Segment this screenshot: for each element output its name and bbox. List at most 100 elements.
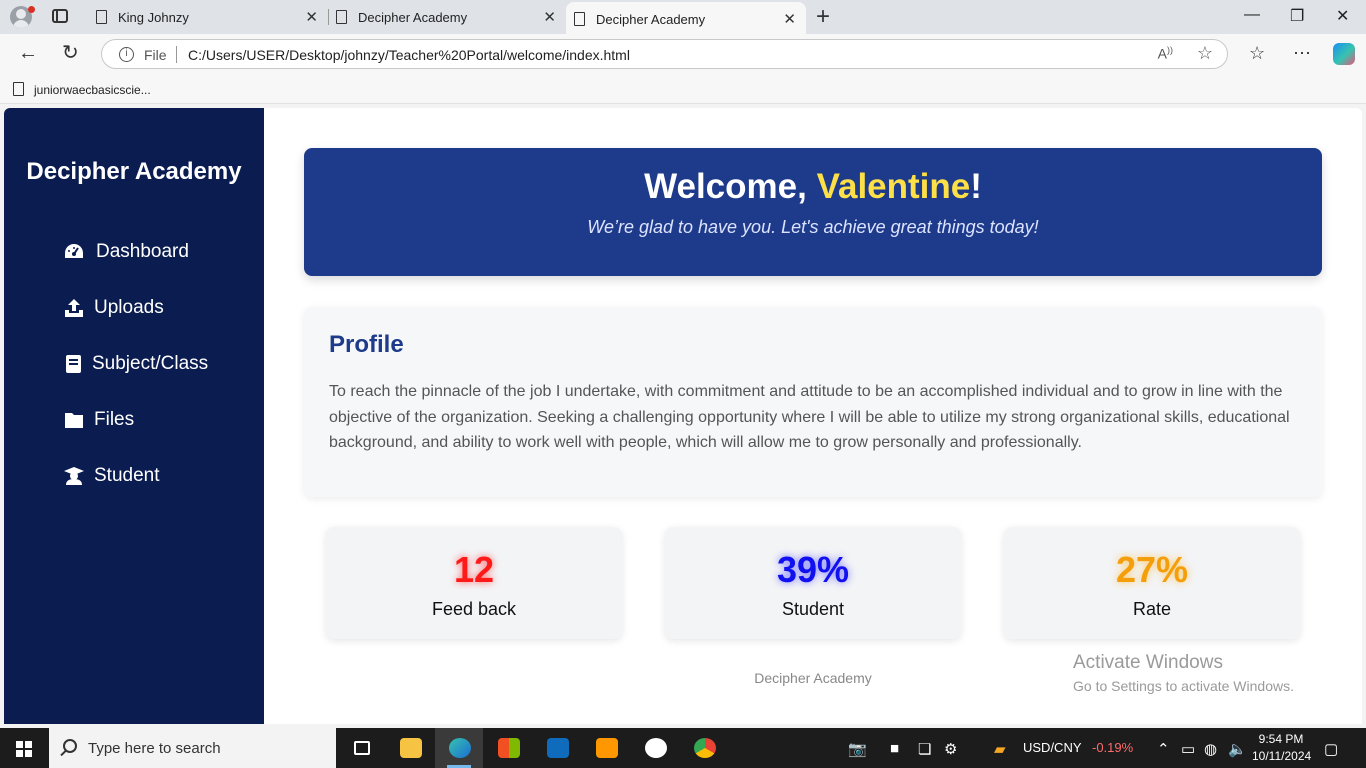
bookmark-link[interactable]: juniorwaecbasicscie... <box>34 83 151 97</box>
profile-text: To reach the pinnacle of the job I under… <box>329 383 1290 451</box>
address-bar[interactable]: i File C:/Users/USER/Desktop/johnzy/Teac… <box>101 39 1228 69</box>
upload-icon <box>65 299 83 317</box>
sidebar-item-dashboard[interactable]: Dashboard <box>64 236 244 266</box>
task-view-icon[interactable] <box>338 728 386 768</box>
sublime-text-icon[interactable] <box>582 728 630 768</box>
main-content: Welcome, Valentine! We’re glad to have y… <box>264 108 1362 724</box>
sidebar-item-uploads[interactable]: Uploads <box>64 292 244 322</box>
page-icon <box>13 82 24 96</box>
windows-icon[interactable]: ❏ <box>918 740 931 758</box>
page-viewport: Decipher Academy Dashboard Uploads Subje… <box>4 108 1362 724</box>
favorites-icon[interactable]: ☆ <box>1249 43 1265 64</box>
sidebar-item-files[interactable]: Files <box>64 404 244 434</box>
camera-icon[interactable]: 📷 <box>848 740 867 758</box>
activate-windows-watermark: Activate Windows Go to Settings to activ… <box>1073 652 1294 694</box>
info-icon[interactable]: i <box>119 47 134 62</box>
reload-icon[interactable]: ↻ <box>62 42 79 64</box>
windows-start-icon[interactable] <box>16 741 32 757</box>
video-icon[interactable]: ■ <box>890 740 899 757</box>
sidebar-brand: Decipher Academy <box>26 158 242 185</box>
clock-time[interactable]: 9:54 PM <box>1256 732 1306 746</box>
new-tab-icon[interactable]: + <box>816 3 830 31</box>
tab-title: King Johnzy <box>118 10 189 25</box>
close-window-icon[interactable]: ✕ <box>1336 6 1349 26</box>
sidebar-item-label: Subject/Class <box>92 353 209 374</box>
microsoft-store-icon[interactable] <box>484 728 532 768</box>
browser-tab-decipher-1[interactable]: Decipher Academy ✕ <box>328 0 566 34</box>
browser-tab-bar: King Johnzy ✕ Decipher Academy ✕ Deciphe… <box>0 0 1366 34</box>
profile-card: Profile To reach the pinnacle of the job… <box>304 307 1322 497</box>
outlook-icon[interactable] <box>533 728 581 768</box>
folder-icon <box>65 413 83 428</box>
stat-value: 39% <box>776 549 850 590</box>
stat-label: Feed back <box>431 599 517 619</box>
tab-title: Decipher Academy <box>596 12 706 27</box>
close-tab-icon[interactable]: ✕ <box>543 8 556 26</box>
stat-value: 27% <box>1115 549 1189 590</box>
dashboard-icon <box>65 244 83 258</box>
tab-actions-icon[interactable] <box>52 9 68 23</box>
more-menu-icon[interactable]: ⋯ <box>1293 43 1311 64</box>
welcome-user-name: Valentine <box>816 167 971 206</box>
settings-gear-icon[interactable]: ⚙ <box>944 740 957 758</box>
page-icon <box>96 10 107 24</box>
welcome-banner: Welcome, Valentine! We’re glad to have y… <box>304 148 1322 276</box>
sidebar-item-subject-class[interactable]: Subject/Class <box>64 348 244 378</box>
address-toolbar: ← ↻ i File C:/Users/USER/Desktop/johnzy/… <box>0 34 1366 74</box>
ticker-change: -0.19% <box>1092 740 1134 755</box>
tab-title: Decipher Academy <box>358 10 468 25</box>
whatsapp-icon[interactable] <box>631 728 679 768</box>
back-arrow-icon[interactable]: ← <box>18 42 38 64</box>
sidebar-item-student[interactable]: Student <box>64 460 244 490</box>
sidebar-item-label: Files <box>94 409 135 430</box>
watermark-title: Activate Windows <box>1073 652 1223 673</box>
notification-dot <box>28 6 35 13</box>
notifications-icon[interactable]: ▢ <box>1324 740 1338 758</box>
close-tab-icon[interactable]: ✕ <box>783 10 796 28</box>
sidebar-item-label: Dashboard <box>96 241 189 262</box>
search-placeholder: Type here to search <box>88 740 221 757</box>
minimize-icon[interactable]: — <box>1244 6 1260 24</box>
student-icon <box>64 467 84 485</box>
browser-tab-decipher-active[interactable]: Decipher Academy ✕ <box>566 2 806 34</box>
watermark-subtitle: Go to Settings to activate Windows. <box>1073 678 1294 694</box>
search-icon <box>63 739 77 753</box>
book-icon <box>66 355 81 373</box>
url-text[interactable]: C:/Users/USER/Desktop/johnzy/Teacher%20P… <box>188 47 630 63</box>
read-aloud-icon[interactable]: A)) <box>1158 45 1173 62</box>
stat-card-feedback: 12 Feed back <box>326 527 622 639</box>
taskbar-search-box[interactable]: Type here to search <box>49 728 336 768</box>
chevron-up-icon[interactable]: ⌃ <box>1157 740 1170 758</box>
divider <box>176 46 177 63</box>
welcome-greeting: Welcome, <box>644 167 817 206</box>
welcome-subtitle: We’re glad to have you. Let's achieve gr… <box>587 217 1039 237</box>
bookmarks-bar: juniorwaecbasicscie... <box>0 74 1366 104</box>
profile-title: Profile <box>329 331 404 358</box>
battery-icon[interactable]: ▭ <box>1181 740 1195 758</box>
stock-ticker-icon: ▰ <box>994 741 1006 758</box>
scheme-label: File <box>144 47 167 63</box>
favorite-star-icon[interactable]: ☆ <box>1197 43 1213 64</box>
restore-icon[interactable]: ❐ <box>1290 6 1304 26</box>
stat-value: 12 <box>453 549 495 590</box>
windows-taskbar: Type here to search 📷 ■ ❏ ⚙ ▰ USD/CNY -0… <box>0 728 1366 768</box>
chrome-icon[interactable] <box>680 728 728 768</box>
stat-label: Student <box>781 599 845 619</box>
page-icon <box>336 10 347 24</box>
close-tab-icon[interactable]: ✕ <box>305 8 318 26</box>
copilot-icon[interactable] <box>1333 43 1355 65</box>
stat-card-rate: 27% Rate <box>1004 527 1300 639</box>
sidebar-item-label: Uploads <box>94 297 164 318</box>
page-icon <box>574 12 585 26</box>
welcome-title: Welcome, Valentine! <box>304 167 1322 207</box>
welcome-exclamation: ! <box>970 167 982 206</box>
clock-date[interactable]: 10/11/2024 <box>1252 749 1311 763</box>
browser-tab-king-johnzy[interactable]: King Johnzy ✕ <box>88 0 328 34</box>
edge-browser-icon[interactable] <box>435 728 483 768</box>
stat-label: Rate <box>1132 599 1172 619</box>
network-globe-icon[interactable]: ◍ <box>1204 740 1217 758</box>
volume-icon[interactable]: 🔈 <box>1228 740 1247 758</box>
ticker-symbol[interactable]: USD/CNY <box>1023 740 1082 755</box>
stat-card-student: 39% Student <box>665 527 961 639</box>
file-explorer-icon[interactable] <box>386 728 434 768</box>
